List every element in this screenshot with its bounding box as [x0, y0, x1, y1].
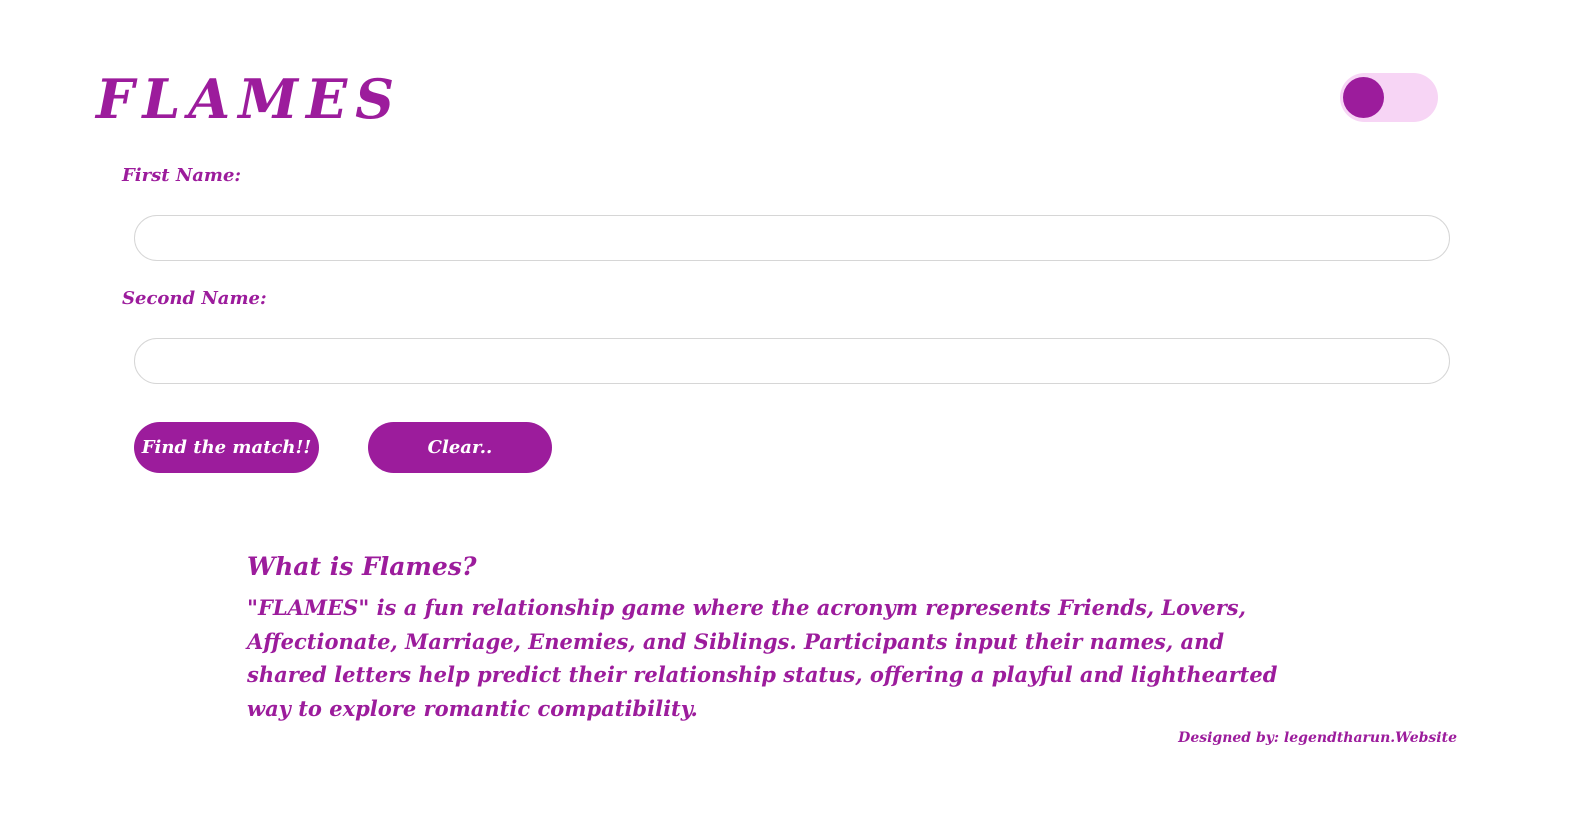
second-name-input[interactable] — [134, 338, 1450, 384]
about-heading: What is Flames? — [247, 552, 477, 581]
clear-button[interactable]: Clear.. — [368, 422, 552, 473]
toggle-knob — [1343, 77, 1384, 118]
find-match-button[interactable]: Find the match!! — [134, 422, 319, 473]
first-name-label: First Name: — [122, 165, 242, 186]
theme-toggle[interactable] — [1340, 73, 1438, 122]
second-name-label: Second Name: — [122, 288, 267, 309]
about-description: "FLAMES" is a fun relationship game wher… — [247, 595, 1278, 721]
first-name-input[interactable] — [134, 215, 1450, 261]
footer-credit: Designed by: legendtharun.Website — [1178, 730, 1457, 746]
app-title: FLAMES — [96, 67, 403, 131]
